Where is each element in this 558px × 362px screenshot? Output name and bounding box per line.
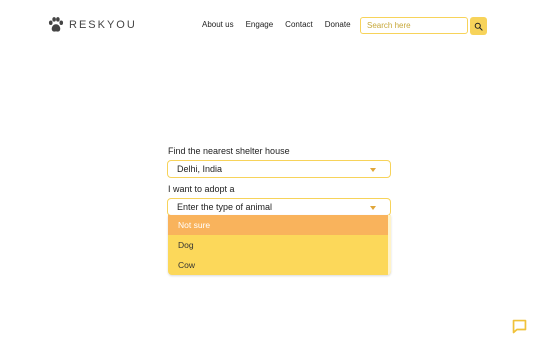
location-value: Delhi, India: [177, 164, 223, 174]
chevron-down-icon: [370, 168, 376, 172]
nav-about-us[interactable]: About us: [202, 20, 234, 29]
nav-contact[interactable]: Contact: [285, 20, 313, 29]
nav-engage[interactable]: Engage: [246, 20, 274, 29]
chat-button[interactable]: [511, 318, 528, 335]
option-dog[interactable]: Dog: [168, 235, 391, 255]
paw-icon: [47, 16, 65, 34]
option-cow[interactable]: Cow: [168, 255, 391, 275]
animal-select[interactable]: Enter the type of animal: [167, 198, 391, 216]
animal-label: I want to adopt a: [168, 184, 235, 194]
animal-dropdown-list: Not sure Dog Cow: [168, 215, 391, 275]
brand-name: RESKYOU: [69, 19, 137, 31]
nav-donate[interactable]: Donate: [325, 20, 351, 29]
chevron-down-icon: [370, 206, 376, 210]
search-button[interactable]: [470, 17, 487, 35]
location-select[interactable]: Delhi, India: [167, 160, 391, 178]
search-input[interactable]: [360, 17, 468, 34]
dropdown-scrollbar[interactable]: [388, 215, 391, 275]
location-label: Find the nearest shelter house: [168, 146, 290, 156]
main-nav: About us Engage Contact Donate: [202, 20, 363, 29]
option-not-sure[interactable]: Not sure: [168, 215, 391, 235]
search-icon: [474, 22, 483, 31]
brand-logo[interactable]: RESKYOU: [47, 16, 137, 34]
animal-placeholder: Enter the type of animal: [177, 202, 273, 212]
header: RESKYOU About us Engage Contact Donate: [0, 0, 558, 52]
chat-icon: [512, 319, 527, 334]
